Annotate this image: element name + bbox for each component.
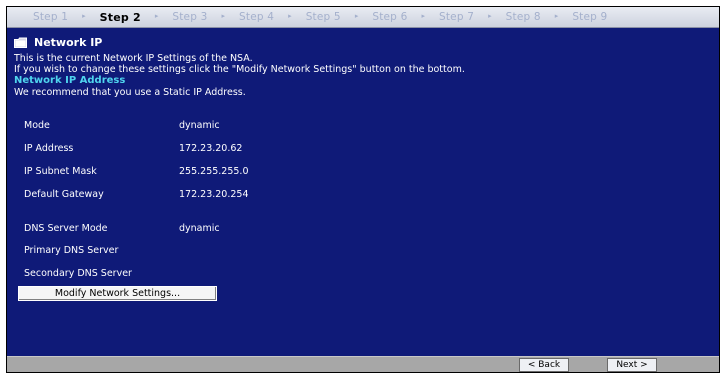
description-line-1: This is the current Network IP Settings … bbox=[14, 53, 253, 64]
step-6: Step 6 bbox=[372, 11, 408, 23]
next-button[interactable]: Next > bbox=[607, 358, 657, 372]
secondary-dns-row: Secondary DNS Server bbox=[24, 268, 424, 280]
step-7: Step 7 bbox=[439, 11, 475, 23]
dns-mode-row: DNS Server Mode dynamic bbox=[24, 223, 424, 235]
step-separator-icon: ▸ bbox=[554, 12, 559, 20]
ip-address-value: 172.23.20.62 bbox=[179, 143, 243, 154]
step-separator-icon: ▸ bbox=[288, 12, 292, 20]
back-button[interactable]: < Back bbox=[519, 358, 569, 372]
secondary-dns-label: Secondary DNS Server bbox=[24, 268, 132, 279]
step-separator-icon: ▸ bbox=[221, 12, 226, 20]
modify-network-settings-button[interactable]: Modify Network Settings... bbox=[18, 286, 217, 301]
mode-row: Mode dynamic bbox=[24, 120, 424, 132]
step-separator-icon: ▸ bbox=[154, 12, 159, 20]
page-title: Network IP bbox=[34, 36, 103, 49]
step-3: Step 3 bbox=[172, 11, 208, 23]
folder-icon bbox=[14, 37, 27, 48]
recommendation-text: We recommend that you use a Static IP Ad… bbox=[14, 87, 246, 98]
mode-value: dynamic bbox=[179, 120, 220, 131]
step-9: Step 9 bbox=[572, 11, 608, 23]
description-line-2: If you wish to change these settings cli… bbox=[14, 64, 465, 75]
step-separator-icon: ▸ bbox=[354, 12, 359, 20]
wizard-window: Step 1 ▸ Step 2 ▸ Step 3 ▸ Step 4 ▸ Step… bbox=[6, 6, 720, 373]
step-5: Step 5 bbox=[305, 11, 341, 23]
step-separator-icon: ▸ bbox=[82, 12, 86, 20]
primary-dns-label: Primary DNS Server bbox=[24, 245, 119, 256]
mode-label: Mode bbox=[24, 120, 50, 131]
step-separator-icon: ▸ bbox=[421, 12, 425, 20]
step-1: Step 1 bbox=[33, 11, 69, 23]
gateway-label: Default Gateway bbox=[24, 189, 104, 200]
bottom-bar: < Back Next > bbox=[7, 356, 719, 372]
step-bar: Step 1 ▸ Step 2 ▸ Step 3 ▸ Step 4 ▸ Step… bbox=[7, 7, 719, 28]
dns-mode-value: dynamic bbox=[179, 223, 220, 234]
step-separator-icon: ▸ bbox=[488, 12, 492, 20]
page-header: Network IP bbox=[14, 35, 714, 50]
gateway-row: Default Gateway 172.23.20.254 bbox=[24, 189, 424, 201]
step-8: Step 8 bbox=[505, 11, 541, 23]
description: This is the current Network IP Settings … bbox=[14, 53, 714, 75]
subnet-mask-label: IP Subnet Mask bbox=[24, 166, 97, 177]
subnet-mask-value: 255.255.255.0 bbox=[179, 166, 249, 177]
step-2-active: Step 2 bbox=[99, 10, 141, 24]
step-4: Step 4 bbox=[239, 11, 275, 23]
ip-address-row: IP Address 172.23.20.62 bbox=[24, 143, 424, 155]
ip-address-label: IP Address bbox=[24, 143, 74, 154]
dns-mode-label: DNS Server Mode bbox=[24, 223, 108, 234]
primary-dns-row: Primary DNS Server bbox=[24, 245, 424, 257]
section-heading: Network IP Address bbox=[14, 75, 126, 86]
gateway-value: 172.23.20.254 bbox=[179, 189, 249, 200]
content-area: Network IP This is the current Network I… bbox=[14, 35, 714, 99]
wizard-frame: Step 1 ▸ Step 2 ▸ Step 3 ▸ Step 4 ▸ Step… bbox=[0, 0, 726, 379]
subnet-mask-row: IP Subnet Mask 255.255.255.0 bbox=[24, 166, 424, 178]
